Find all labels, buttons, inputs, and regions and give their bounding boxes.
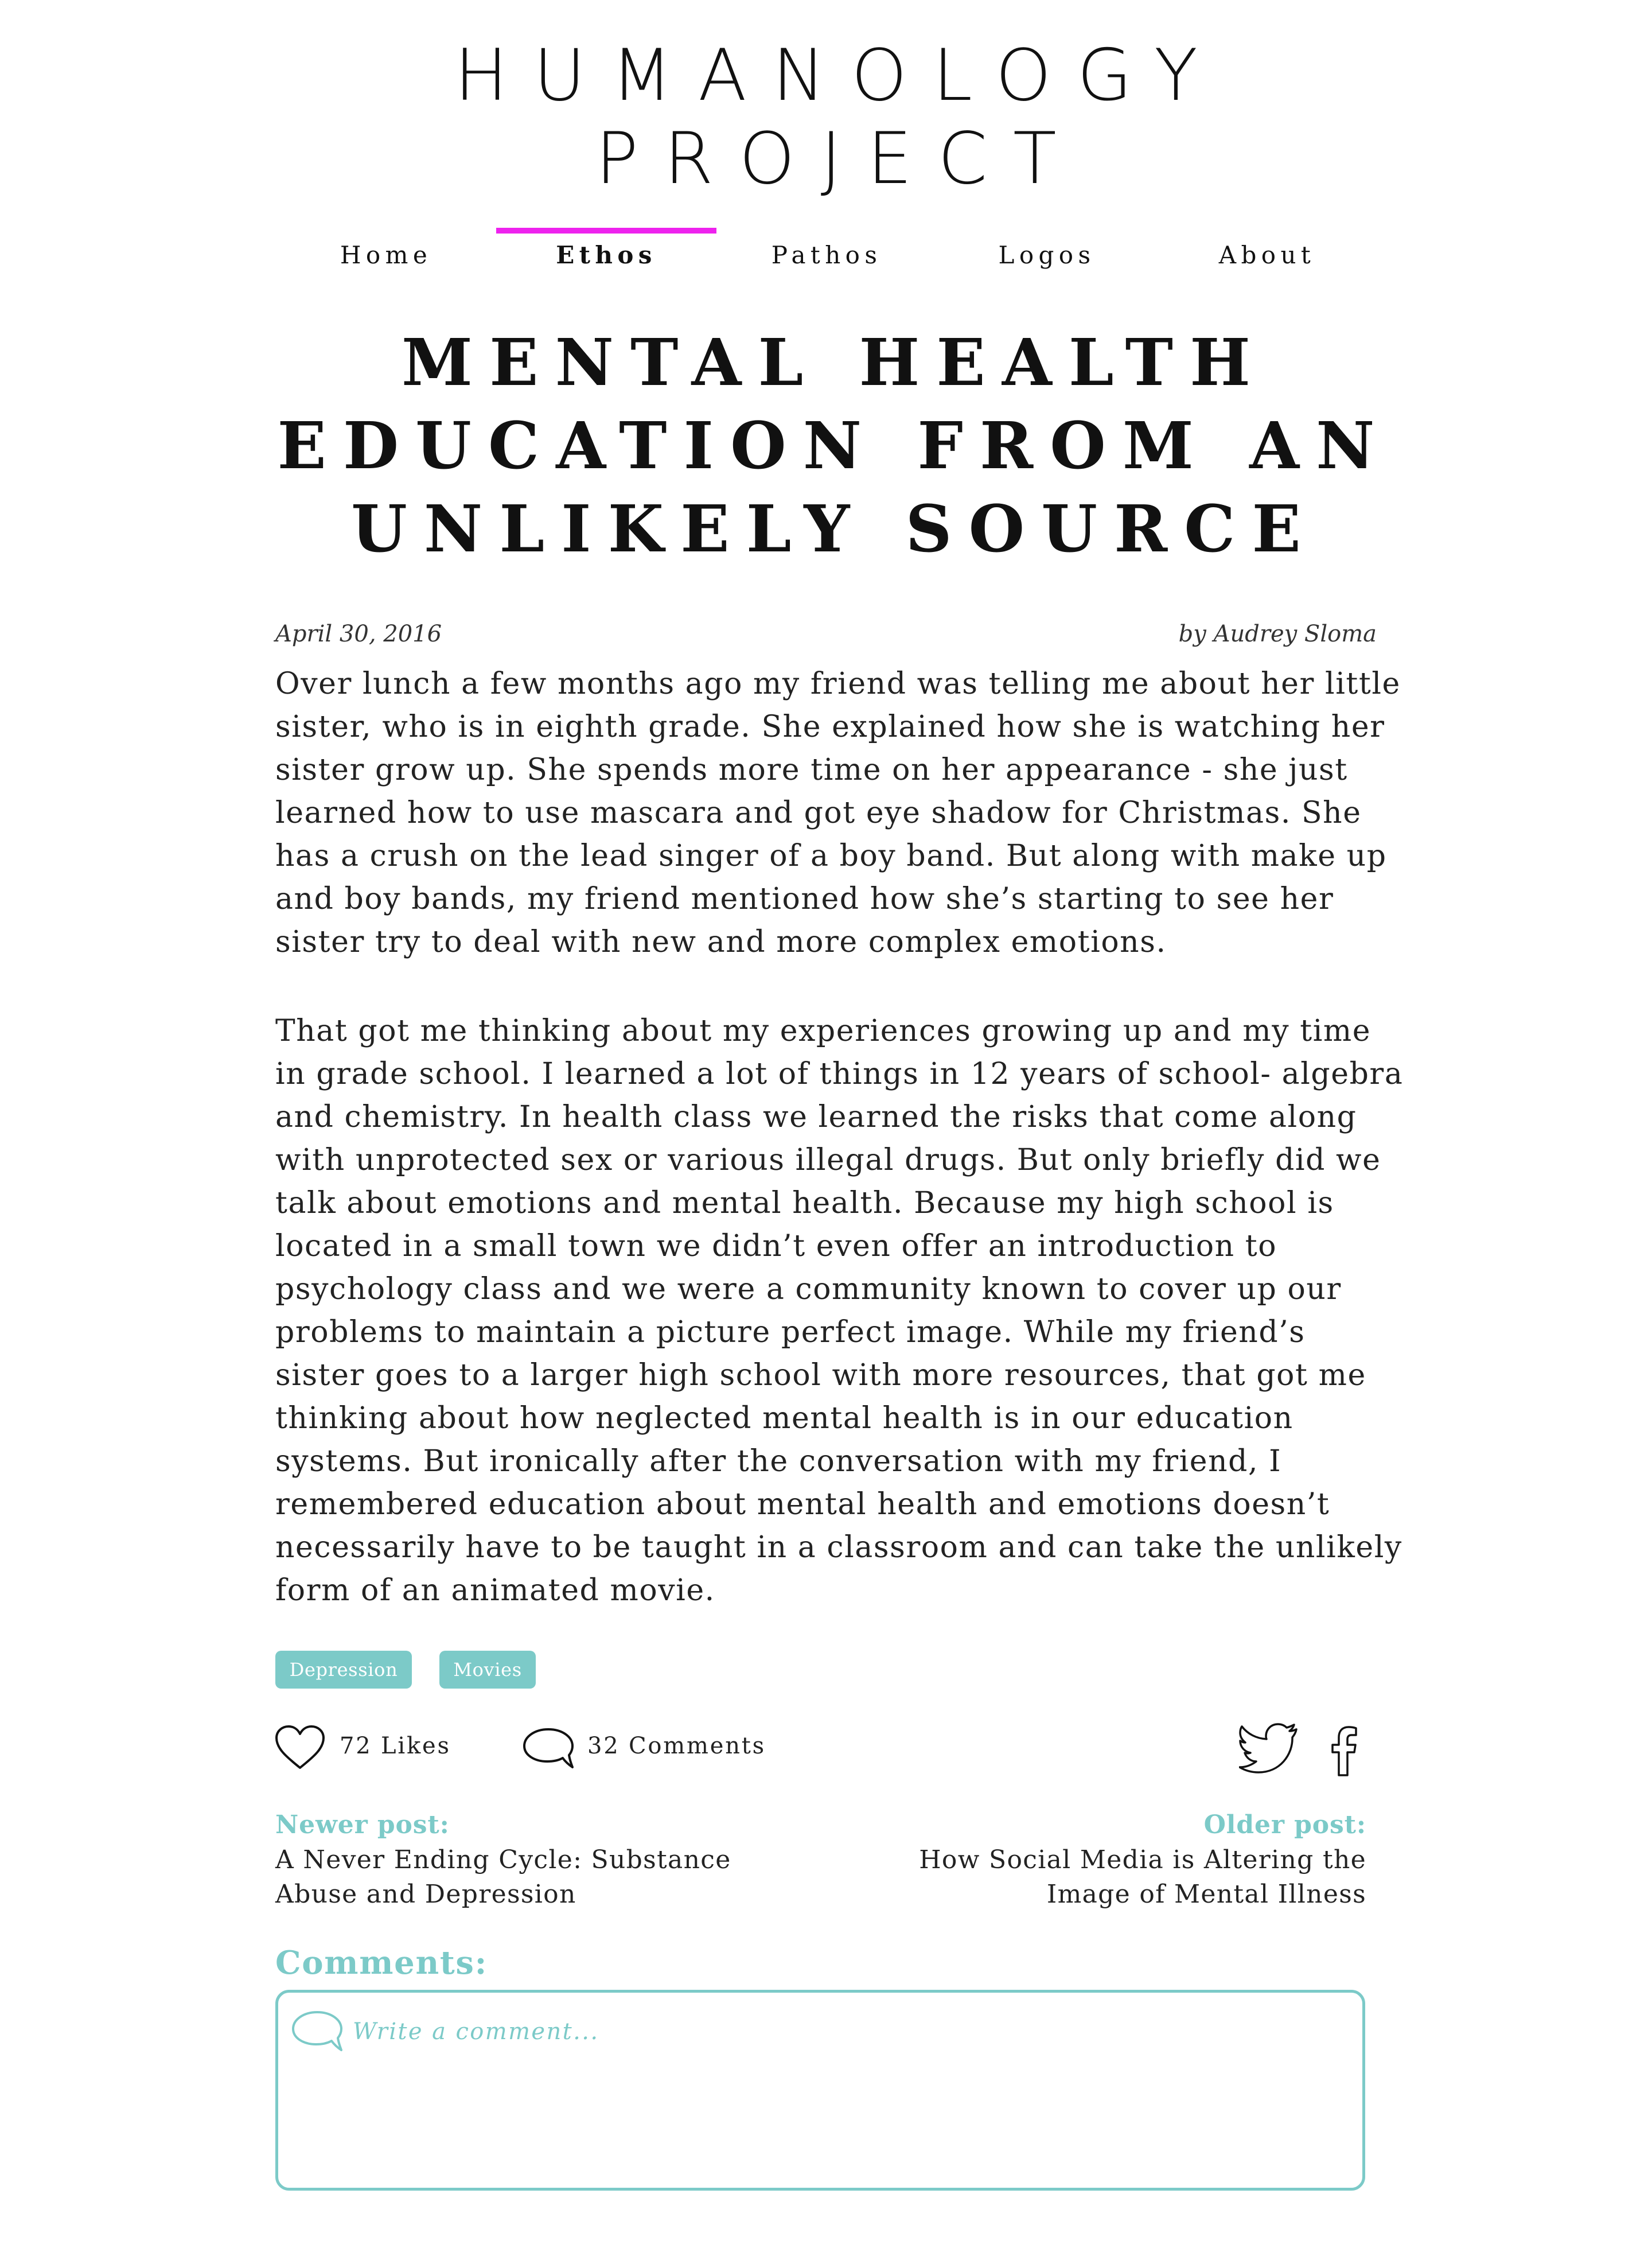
older-post-link[interactable]: How Social Media is Altering the Image o…	[919, 1843, 1366, 1912]
article-date: April 30, 2016	[275, 621, 442, 647]
nav-item-pathos[interactable]: Pathos	[716, 241, 937, 269]
nav-active-indicator	[496, 228, 716, 234]
older-post-title-line: How Social Media is Altering the	[919, 1845, 1366, 1874]
paragraph-line: has a crush on the lead singer of a boy …	[275, 839, 1387, 873]
twitter-icon	[1238, 1723, 1298, 1773]
facebook-share-button[interactable]	[1330, 1724, 1358, 1776]
paragraph-line: sister grow up. She spends more time on …	[275, 753, 1348, 787]
comments-button[interactable]	[521, 1726, 576, 1773]
tag-depression[interactable]: Depression	[275, 1651, 412, 1689]
speech-bubble-icon	[523, 1728, 574, 1768]
article-paragraph-1: Over lunch a few months ago my friend wa…	[275, 663, 1400, 964]
paragraph-line: problems to maintain a picture perfect i…	[275, 1315, 1306, 1349]
paragraph-line: learned how to use mascara and got eye s…	[275, 796, 1362, 830]
article-author[interactable]: by Audrey Sloma	[1179, 621, 1377, 647]
nav-item-about[interactable]: About	[1157, 241, 1377, 269]
newer-post-title-line: A Never Ending Cycle: Substance	[275, 1845, 731, 1874]
like-button[interactable]	[274, 1724, 326, 1771]
site-title-line-2: PROJECT	[595, 118, 1082, 200]
facebook-icon	[1331, 1726, 1357, 1776]
older-post-title-line: Image of Mental Illness	[1046, 1880, 1366, 1909]
paragraph-line: sister goes to a larger high school with…	[275, 1358, 1366, 1393]
comment-input[interactable]	[353, 2014, 1328, 2049]
nav-item-home[interactable]: Home	[276, 241, 496, 269]
comments-count[interactable]: 32 Comments	[587, 1733, 766, 1759]
paragraph-line: remembered education about mental health…	[275, 1487, 1330, 1522]
paragraph-line: Over lunch a few months ago my friend wa…	[275, 667, 1401, 701]
article-paragraph-2: That got me thinking about my experience…	[275, 1010, 1404, 1612]
twitter-share-button[interactable]	[1238, 1722, 1299, 1774]
paragraph-line: in grade school. I learned a lot of thin…	[275, 1057, 1404, 1091]
article-title-line: EDUCATION FROM AN	[277, 409, 1392, 484]
paragraph-line: and boy bands, my friend mentioned how s…	[275, 882, 1334, 916]
paragraph-line: necessarily have to be taught in a class…	[275, 1530, 1402, 1565]
site-title[interactable]: HUMANOLOGY PROJECT	[0, 34, 1652, 201]
paragraph-line: sister, who is in eighth grade. She expl…	[275, 710, 1385, 744]
paragraph-line: psychology class and we were a community…	[275, 1272, 1342, 1306]
comment-box[interactable]	[275, 1990, 1365, 2191]
paragraph-line: form of an animated movie.	[275, 1573, 715, 1608]
paragraph-line: sister try to deal with new and more com…	[275, 925, 1167, 959]
comments-heading: Comments:	[275, 1944, 488, 1982]
heart-icon	[275, 1725, 325, 1769]
article-title-line: UNLIKELY SOURCE	[351, 492, 1318, 567]
article-title: MENTAL HEALTH EDUCATION FROM AN UNLIKELY…	[218, 321, 1434, 571]
nav-item-logos[interactable]: Logos	[937, 241, 1157, 269]
speech-bubble-icon	[292, 2011, 342, 2051]
article-title-line: MENTAL HEALTH	[402, 325, 1268, 400]
paragraph-line: thinking about how neglected mental heal…	[275, 1401, 1293, 1436]
nav-item-ethos[interactable]: Ethos	[496, 241, 716, 269]
newer-post-label: Newer post:	[275, 1810, 450, 1839]
paragraph-line: systems. But ironically after the conver…	[275, 1444, 1282, 1479]
tag-movies[interactable]: Movies	[439, 1651, 536, 1689]
paragraph-line: and chemistry. In health class we learne…	[275, 1100, 1357, 1134]
paragraph-line: with unprotected sex or various illegal …	[275, 1143, 1381, 1177]
site-title-line-1: HUMANOLOGY	[454, 34, 1224, 117]
paragraph-line: That got me thinking about my experience…	[275, 1014, 1372, 1048]
newer-post-link[interactable]: A Never Ending Cycle: Substance Abuse an…	[275, 1843, 731, 1912]
likes-count[interactable]: 72 Likes	[340, 1733, 451, 1759]
paragraph-line: located in a small town we didn’t even o…	[275, 1229, 1277, 1263]
newer-post-title-line: Abuse and Depression	[275, 1880, 576, 1909]
paragraph-line: talk about emotions and mental health. B…	[275, 1186, 1334, 1220]
older-post-label: Older post:	[1203, 1810, 1366, 1839]
